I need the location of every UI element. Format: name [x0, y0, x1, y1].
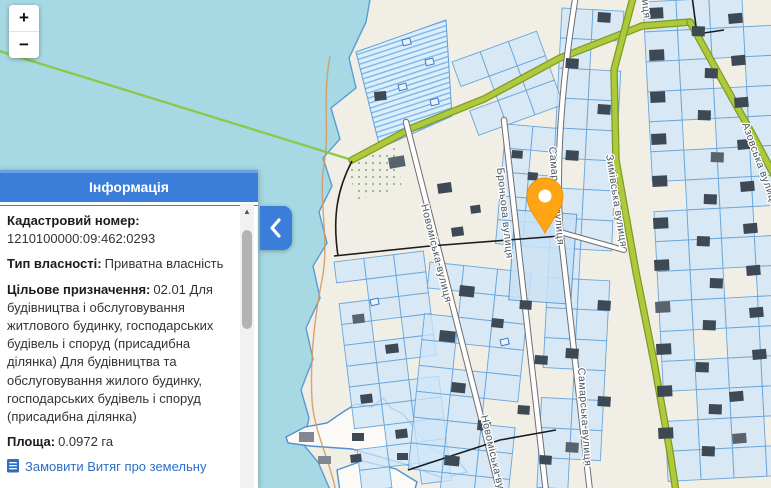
field-value: 1210100000:09:462:0293: [7, 231, 156, 247]
scroll-up-arrow[interactable]: ▲: [240, 204, 254, 218]
zoom-out-button[interactable]: −: [9, 32, 39, 58]
field-value: 02.01 Для будівництва і обслуговування ж…: [7, 281, 214, 424]
panel-body: Кадастровий номер: 1210100000:09:462:029…: [0, 206, 258, 474]
field-cadastral-number: Кадастровий номер: 1210100000:09:462:029…: [7, 212, 234, 248]
field-label: Цільове призначення:: [7, 281, 151, 297]
field-label: Кадастровий номер:: [7, 213, 140, 228]
cadastral-map-app: Броньова вулиця Самарська вулиця Самарсь…: [0, 0, 771, 488]
field-label: Тип власності:: [7, 256, 102, 272]
field-value: 0.0972 га: [58, 434, 114, 450]
field-designated-purpose: Цільове призначення: 02.01 Для будівництв…: [7, 281, 234, 427]
order-extract-link[interactable]: Замовити Витяг про земельну ділянку: [7, 458, 234, 474]
field-area: Площа: 0.0972 га: [7, 433, 234, 451]
panel-title: Інформація: [89, 179, 169, 195]
document-list-icon: [7, 459, 19, 473]
panel-header: Інформація: [0, 170, 258, 202]
info-panel: Інформація Кадастровий номер: 1210100000…: [0, 170, 258, 488]
zoom-control: + −: [9, 5, 39, 58]
chevron-left-icon: [270, 218, 281, 238]
zoom-in-button[interactable]: +: [9, 5, 39, 31]
link-label: Замовити Витяг про земельну ділянку: [25, 459, 207, 474]
field-value: Приватна власність: [104, 256, 224, 272]
field-ownership-type: Тип власності: Приватна власність: [7, 255, 234, 273]
field-label: Площа:: [7, 434, 56, 450]
scrollbar-thumb[interactable]: [242, 230, 252, 329]
panel-collapse-button[interactable]: [260, 206, 292, 250]
